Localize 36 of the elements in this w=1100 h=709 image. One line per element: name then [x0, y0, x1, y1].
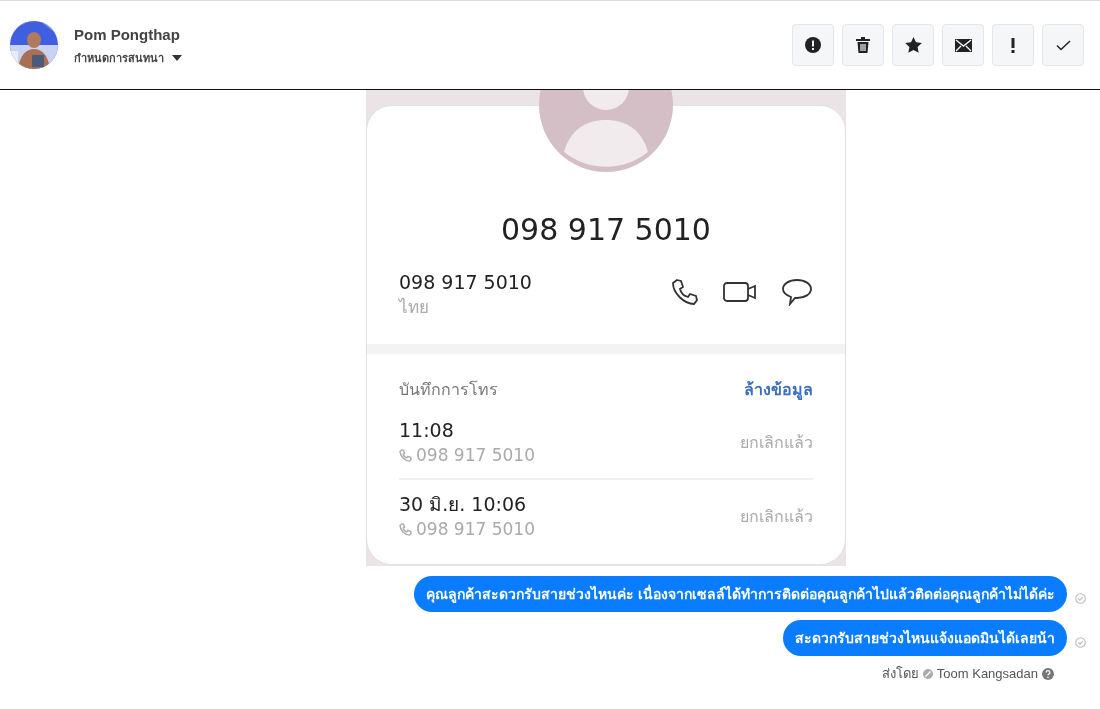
star-icon — [904, 37, 922, 53]
clear-link[interactable]: ล้างข้อมูล — [744, 378, 813, 402]
call-time: 11:08 — [399, 418, 455, 443]
section-title: บันทึกการโทร — [399, 379, 498, 401]
sender-name: Toom Kangsadan — [936, 665, 1038, 683]
trash-button[interactable] — [842, 24, 884, 66]
alert-icon — [805, 37, 821, 53]
exclamation-icon — [1011, 37, 1015, 53]
region-label: ไทย — [399, 295, 430, 319]
checkmark-icon — [1055, 39, 1071, 51]
trash-icon — [856, 37, 870, 53]
checkmark-button[interactable] — [1042, 24, 1084, 66]
envelope-icon — [954, 38, 972, 52]
sent-by-label: ส่งโดย — [881, 665, 919, 683]
phone-icon — [399, 523, 412, 537]
envelope-button[interactable] — [942, 24, 984, 66]
conversation-menu[interactable]: กำหนดการสนทนา — [74, 50, 182, 67]
video-camera-icon[interactable] — [723, 281, 757, 303]
caret-icon — [172, 55, 182, 62]
alert-button[interactable] — [792, 24, 834, 66]
message-bubble: คุณลูกค้าสะดวกรับสายช่วงไหนค่ะ เนื่องจากเซลล์ได้ทำการติดต่อคุณลูกค้าไปแล้วติดต่อคุณลูกค้าไม่ได้ค่ะ — [414, 576, 1067, 612]
call-status: ยกเลิกแล้ว — [740, 432, 813, 455]
call-number: 098 917 5010 — [416, 443, 535, 467]
call-time: 30 มิ.ย. 10:06 — [399, 492, 528, 517]
call-status: ยกเลิกแล้ว — [740, 506, 813, 529]
contact-number: 098 917 5010 — [500, 212, 712, 248]
phone-icon[interactable] — [671, 278, 699, 306]
exclamation-button[interactable] — [992, 24, 1034, 66]
chat-icon[interactable] — [781, 278, 813, 306]
phone-icon — [399, 448, 412, 462]
call-number: 098 917 5010 — [416, 517, 535, 541]
phone-number: 098 917 5010 — [399, 270, 532, 295]
help-icon[interactable] — [1042, 667, 1054, 680]
star-button[interactable] — [892, 24, 934, 66]
message-bubble: สะดวกรับสายช่วงไหนแจ้งแอดมินได้เลยน้า — [783, 620, 1067, 656]
contact-name: Pom Pongthap — [74, 24, 181, 45]
